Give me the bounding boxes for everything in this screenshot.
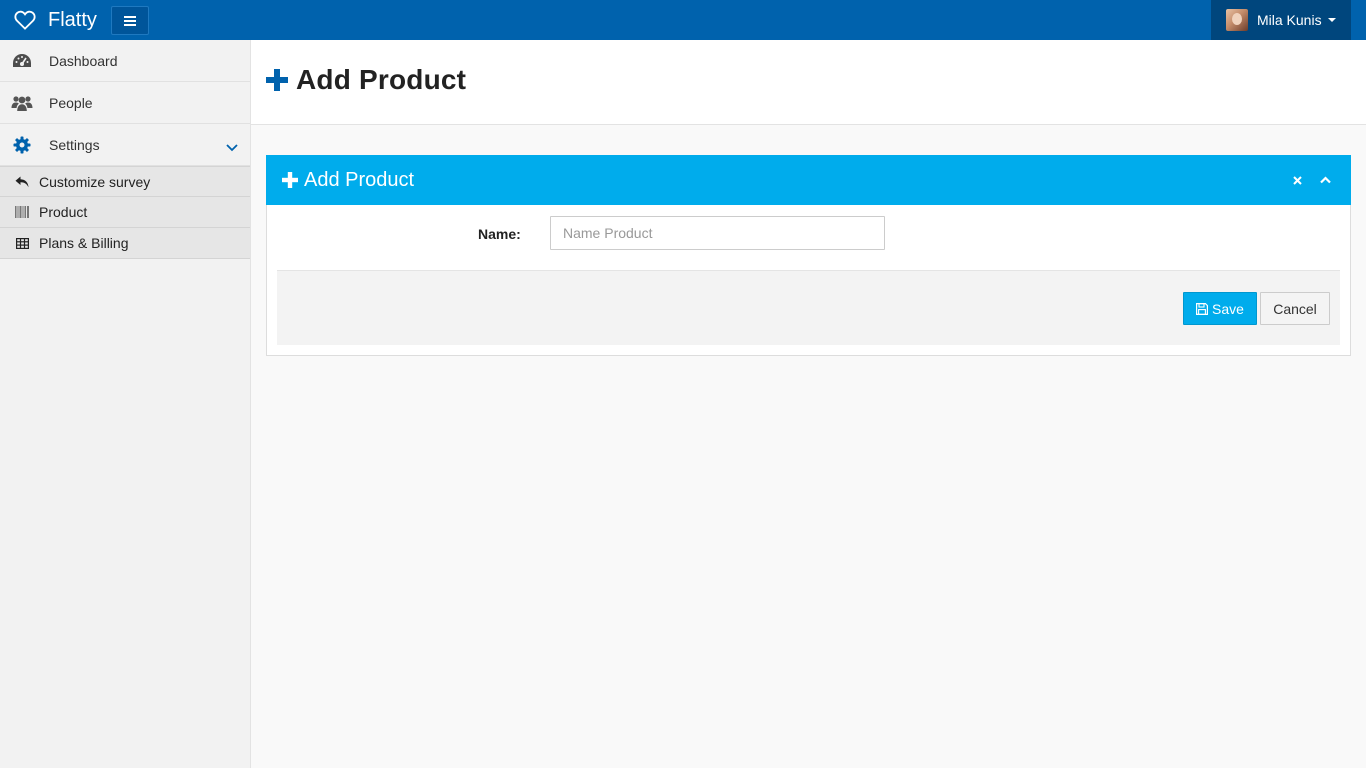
- sidebar-item-label: Settings: [49, 136, 100, 153]
- cancel-button[interactable]: Cancel: [1260, 292, 1330, 325]
- name-form-row: Name:: [267, 216, 1350, 252]
- avatar: [1226, 9, 1248, 31]
- plus-icon: [266, 69, 288, 91]
- sidebar-item-label: People: [49, 94, 93, 111]
- table-icon: [15, 236, 29, 250]
- user-name: Mila Kunis: [1257, 12, 1322, 28]
- panel-header: Add Product: [266, 155, 1351, 205]
- sidebar-item-dashboard[interactable]: Dashboard: [0, 40, 250, 82]
- collapse-panel-button[interactable]: [1311, 165, 1339, 195]
- user-menu[interactable]: Mila Kunis: [1211, 0, 1351, 40]
- gear-icon: [11, 135, 33, 155]
- sidebar-item-people[interactable]: People: [0, 82, 250, 124]
- sidebar: Dashboard People Settings Customize surv…: [0, 40, 251, 768]
- page-title: Add Product: [266, 64, 466, 96]
- submenu-item-product[interactable]: Product: [0, 197, 250, 228]
- product-name-input[interactable]: [550, 216, 885, 250]
- submenu-item-label: Customize survey: [39, 173, 151, 190]
- sidebar-item-settings[interactable]: Settings: [0, 124, 250, 166]
- panel-title: Add Product: [304, 168, 415, 191]
- dashboard-icon: [11, 51, 33, 71]
- page-title-text: Add Product: [296, 64, 467, 95]
- floppy-disk-icon: [1196, 302, 1209, 315]
- sidebar-item-label: Dashboard: [49, 52, 118, 69]
- chevron-up-icon: [1319, 176, 1331, 184]
- name-label: Name:: [478, 226, 521, 242]
- page-header: Add Product: [251, 40, 1366, 125]
- chevron-down-icon: [226, 139, 238, 155]
- cancel-button-label: Cancel: [1273, 300, 1317, 317]
- brand-name: Flatty: [48, 8, 97, 31]
- close-panel-button[interactable]: [1283, 165, 1311, 195]
- submenu-item-label: Product: [39, 204, 88, 220]
- menu-toggle-button[interactable]: [111, 6, 149, 35]
- heart-icon: [14, 10, 36, 30]
- submenu-item-label: Plans & Billing: [39, 235, 129, 251]
- caret-down-icon: [1327, 18, 1336, 22]
- add-product-panel: Add Product Name: Name Product Save Canc…: [266, 155, 1351, 356]
- plus-icon: [282, 172, 298, 188]
- settings-submenu: Customize survey Product Plans & Billing: [0, 166, 250, 259]
- reply-icon: [15, 175, 29, 189]
- people-icon: [11, 93, 33, 113]
- submenu-item-plans-billing[interactable]: Plans & Billing: [0, 228, 250, 259]
- hamburger-icon: [124, 15, 136, 26]
- submenu-item-customize-survey[interactable]: Customize survey: [0, 166, 250, 197]
- brand[interactable]: Flatty: [14, 0, 97, 40]
- form-actions: Save Cancel: [277, 270, 1340, 345]
- panel-actions: [1283, 155, 1351, 205]
- top-navbar: Flatty Mila Kunis: [0, 0, 1366, 40]
- save-button-label: Save: [1212, 300, 1244, 317]
- barcode-icon: [15, 205, 29, 219]
- close-icon: [1292, 175, 1302, 185]
- save-button[interactable]: Save: [1183, 292, 1257, 325]
